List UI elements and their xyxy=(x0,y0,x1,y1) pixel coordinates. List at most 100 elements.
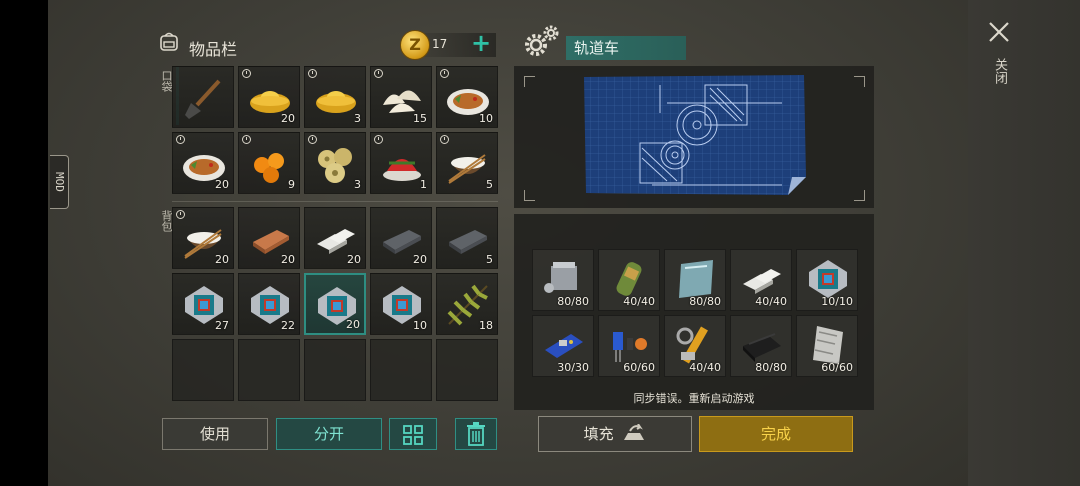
requirement-slot[interactable]: 40/40 xyxy=(730,249,792,311)
inventory-slot[interactable]: 10 xyxy=(436,66,498,128)
inventory-slot[interactable]: 20 xyxy=(238,207,300,269)
timer-icon xyxy=(242,69,251,78)
inventory-slot[interactable]: 22 xyxy=(238,273,300,335)
empty-slot[interactable] xyxy=(238,339,300,401)
empty-slot[interactable] xyxy=(304,339,366,401)
sort-button[interactable] xyxy=(389,418,437,450)
item-count: 20 xyxy=(215,178,229,191)
add-coins-button[interactable]: + xyxy=(471,29,491,57)
inventory-slot[interactable]: 20 xyxy=(304,207,366,269)
inventory-slot[interactable]: 18 xyxy=(436,273,498,335)
coin-count: 17 xyxy=(432,37,448,51)
requirement-slot[interactable]: 40/40 xyxy=(598,249,660,311)
requirement-slot[interactable]: 80/80 xyxy=(730,315,792,377)
frame-corner xyxy=(524,76,535,87)
empty-slot[interactable] xyxy=(172,339,234,401)
requirement-count: 60/60 xyxy=(623,361,655,374)
item-count: 20 xyxy=(347,253,361,266)
timer-icon xyxy=(308,135,317,144)
timer-icon xyxy=(374,135,383,144)
use-button[interactable]: 使用 xyxy=(162,418,268,450)
item-count: 20 xyxy=(281,253,295,266)
inventory-slot[interactable]: 5 xyxy=(436,132,498,194)
item-count: 18 xyxy=(479,319,493,332)
requirement-count: 10/10 xyxy=(821,295,853,308)
frame-corner xyxy=(524,190,535,201)
requirement-count: 60/60 xyxy=(821,361,853,374)
lotus-root-icon xyxy=(318,148,352,183)
item-count: 9 xyxy=(288,178,295,191)
inventory-title: 物品栏 xyxy=(189,40,238,59)
requirements-panel xyxy=(514,214,874,410)
shovel-icon xyxy=(185,79,221,119)
craft-item-name: 轨道车 xyxy=(566,36,686,60)
requirement-slot[interactable]: 80/80 xyxy=(664,249,726,311)
grid-icon xyxy=(403,425,423,445)
rice-bowl-icon xyxy=(448,154,486,184)
timer-icon xyxy=(176,135,185,144)
item-count: 5 xyxy=(486,253,493,266)
item-count: 27 xyxy=(215,319,229,332)
requirement-slot[interactable]: 60/60 xyxy=(796,315,858,377)
timer-icon xyxy=(440,135,449,144)
fill-icon xyxy=(624,423,645,440)
inventory-slot[interactable]: 27 xyxy=(172,273,234,335)
inventory-slot[interactable]: 20 xyxy=(172,207,234,269)
requirement-count: 40/40 xyxy=(755,295,787,308)
requirement-slot[interactable]: 60/60 xyxy=(598,315,660,377)
frame-corner xyxy=(854,190,865,201)
empty-slot[interactable] xyxy=(370,339,432,401)
frame-corner xyxy=(854,76,865,87)
item-count: 1 xyxy=(420,178,427,191)
item-count: 10 xyxy=(413,319,427,332)
inventory-slot[interactable]: 1 xyxy=(370,132,432,194)
inventory-slot[interactable]: 5 xyxy=(436,207,498,269)
inventory-slot[interactable]: 3 xyxy=(304,132,366,194)
inventory-slot[interactable]: 20 xyxy=(304,273,366,335)
inventory-slot[interactable]: 20 xyxy=(370,207,432,269)
red-dessert-icon xyxy=(383,159,421,181)
inventory-slot[interactable]: 9 xyxy=(238,132,300,194)
timer-icon xyxy=(440,69,449,78)
requirement-slot[interactable]: 10/10 xyxy=(796,249,858,311)
inventory-slot[interactable]: 20 xyxy=(238,66,300,128)
mod-side-tab[interactable]: MOD xyxy=(50,155,69,209)
requirement-count: 30/30 xyxy=(557,361,589,374)
inventory-slot[interactable]: 3 xyxy=(304,66,366,128)
kumquat-icon xyxy=(254,153,284,183)
item-count: 5 xyxy=(486,178,493,191)
fill-button[interactable]: 填充 xyxy=(538,416,692,452)
trash-icon xyxy=(467,422,485,446)
backpack-icon xyxy=(160,32,178,51)
requirement-slot[interactable]: 80/80 xyxy=(532,249,594,311)
section-divider xyxy=(172,201,498,202)
timer-icon xyxy=(308,69,317,78)
inventory-slot[interactable] xyxy=(172,66,234,128)
close-icon[interactable] xyxy=(987,20,1011,44)
requirement-slot[interactable]: 30/30 xyxy=(532,315,594,377)
item-count: 3 xyxy=(354,112,361,125)
requirement-slot[interactable]: 40/40 xyxy=(664,315,726,377)
requirement-count: 80/80 xyxy=(689,295,721,308)
item-count: 20 xyxy=(346,318,360,331)
timer-icon xyxy=(242,135,251,144)
done-button[interactable]: 完成 xyxy=(699,416,853,452)
item-count: 20 xyxy=(215,253,229,266)
inventory-slot[interactable]: 15 xyxy=(370,66,432,128)
item-count: 22 xyxy=(281,319,295,332)
item-count: 10 xyxy=(479,112,493,125)
requirement-count: 40/40 xyxy=(689,361,721,374)
sync-error-message: 同步错误。重新启动游戏 xyxy=(633,392,755,405)
requirement-count: 80/80 xyxy=(557,295,589,308)
fill-label: 填充 xyxy=(583,425,614,443)
item-count: 20 xyxy=(413,253,427,266)
timer-icon xyxy=(176,210,185,219)
inventory-slot[interactable]: 10 xyxy=(370,273,432,335)
split-button[interactable]: 分开 xyxy=(276,418,382,450)
inventory-slot[interactable]: 20 xyxy=(172,132,234,194)
requirement-count: 80/80 xyxy=(755,361,787,374)
empty-slot[interactable] xyxy=(436,339,498,401)
trash-button[interactable] xyxy=(455,418,497,450)
item-count: 15 xyxy=(413,112,427,125)
close-label[interactable]: 关闭 xyxy=(990,58,1009,84)
